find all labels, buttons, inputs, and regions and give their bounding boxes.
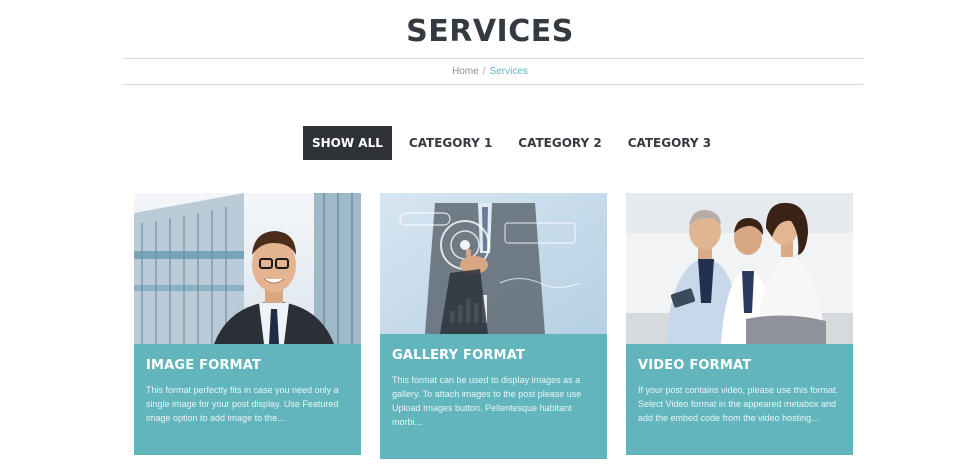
businessman-portrait-image[interactable] — [134, 193, 361, 344]
breadcrumb-separator: / — [482, 66, 486, 77]
card-title[interactable]: GALLERY FORMAT — [392, 348, 595, 363]
filter-category-2[interactable]: CATEGORY 2 — [509, 126, 610, 160]
card-title[interactable]: IMAGE FORMAT — [146, 358, 349, 373]
breadcrumb-home-link[interactable]: Home — [452, 66, 479, 77]
filter-show-all[interactable]: SHOW ALL — [303, 126, 392, 160]
category-filter-bar: SHOW ALL CATEGORY 1 CATEGORY 2 CATEGORY … — [303, 126, 728, 160]
business-meeting-image[interactable] — [626, 193, 853, 344]
title-divider-top — [123, 58, 863, 59]
breadcrumb: Home / Services — [0, 66, 980, 77]
card-excerpt: If your post contains video, please use … — [638, 385, 839, 423]
service-card-video-format[interactable]: VIDEO FORMAT If your post contains video… — [626, 193, 853, 455]
card-excerpt: This format can be used to display image… — [392, 375, 582, 427]
filter-category-1[interactable]: CATEGORY 1 — [400, 126, 501, 160]
title-divider-bottom — [123, 84, 863, 85]
card-title[interactable]: VIDEO FORMAT — [638, 358, 841, 373]
card-excerpt: This format perfectly fits in case you n… — [146, 385, 339, 423]
page-title: SERVICES — [406, 14, 574, 49]
service-card-gallery-format[interactable]: GALLERY FORMAT This format can be used t… — [380, 193, 607, 459]
service-card-image-format[interactable]: IMAGE FORMAT This format perfectly fits … — [134, 193, 361, 455]
filter-category-3[interactable]: CATEGORY 3 — [619, 126, 720, 160]
touchscreen-business-image[interactable] — [380, 193, 607, 334]
breadcrumb-current: Services — [489, 66, 528, 77]
